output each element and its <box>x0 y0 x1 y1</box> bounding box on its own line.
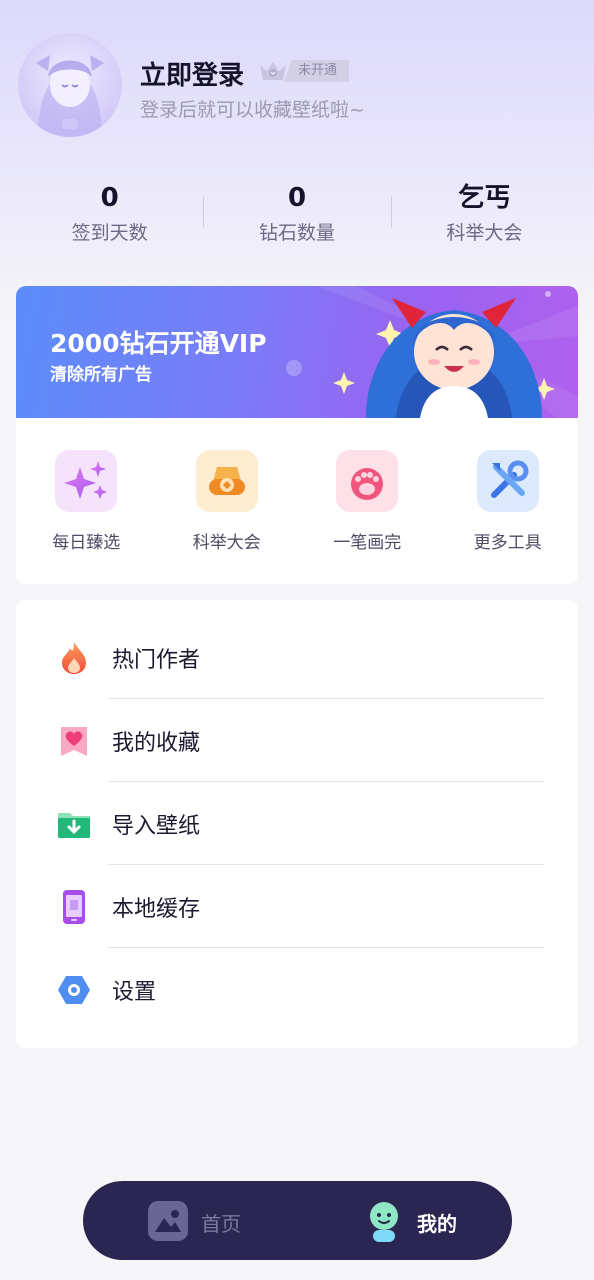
menu-item-local-cache[interactable]: 本地缓存 <box>16 865 578 948</box>
vip-status-text: 未开通 <box>284 60 350 82</box>
menu-label: 我的收藏 <box>112 731 201 756</box>
vip-status-badge: 未开通 <box>258 59 350 83</box>
image-gallery-icon <box>148 1201 188 1241</box>
stat-value: 0 <box>287 183 307 213</box>
stat-label: 钻石数量 <box>258 222 335 244</box>
tool-more-tools[interactable]: 更多工具 <box>438 418 579 584</box>
sparkles-icon <box>55 450 118 512</box>
mascot-profile-icon <box>370 1202 398 1242</box>
login-title[interactable]: 立即登录 <box>140 55 244 92</box>
stat-checkin-days[interactable]: 0 签到天数 <box>16 180 203 250</box>
tools-icon <box>476 450 539 512</box>
nav-tab-mine[interactable]: 我的 <box>363 1181 493 1260</box>
stat-value: 乞丐 <box>458 183 511 213</box>
menu-label: 热门作者 <box>112 648 201 673</box>
stat-label: 签到天数 <box>71 222 148 244</box>
tool-exam-contest[interactable]: 科举大会 <box>157 418 298 584</box>
nav-label: 我的 <box>417 1212 457 1236</box>
menu-list: 热门作者 我的收藏 导入壁纸 本地缓存 设置 <box>16 600 578 1048</box>
menu-item-settings[interactable]: 设置 <box>16 948 578 1031</box>
menu-item-my-favorites[interactable]: 我的收藏 <box>16 699 578 782</box>
stat-value: 0 <box>100 183 119 213</box>
avatar[interactable] <box>18 33 122 137</box>
vip-crown-icon <box>260 62 286 80</box>
login-subtitle: 登录后就可以收藏壁纸啦~ <box>140 99 365 121</box>
menu-label: 导入壁纸 <box>112 814 201 839</box>
tool-label: 更多工具 <box>473 533 542 553</box>
phone-storage-icon <box>63 890 85 924</box>
crown-coin-icon <box>195 450 258 512</box>
tool-label: 一笔画完 <box>333 533 402 553</box>
menu-label: 本地缓存 <box>112 897 201 922</box>
vip-banner[interactable]: 2000钻石开通VIP 清除所有广告 <box>16 286 578 418</box>
tool-daily-picks[interactable]: 每日臻选 <box>16 418 157 584</box>
heart-bookmark-icon <box>61 727 87 756</box>
menu-label: 设置 <box>112 980 157 1005</box>
folder-download-icon <box>58 813 90 838</box>
paw-icon <box>336 450 399 512</box>
flame-icon <box>62 642 86 674</box>
menu-item-import-wallpaper[interactable]: 导入壁纸 <box>16 782 578 865</box>
profile-section[interactable]: 立即登录 未开通 登录后就可以收藏壁纸啦~ <box>18 33 578 143</box>
bottom-nav: 首页 我的 <box>83 1181 512 1260</box>
tool-label: 科举大会 <box>192 533 261 553</box>
vip-card: 2000钻石开通VIP 清除所有广告 每日臻选 科举大会 一笔画完 更多工具 <box>16 286 578 584</box>
menu-item-popular-authors[interactable]: 热门作者 <box>16 616 578 699</box>
avatar-placeholder-icon <box>36 55 104 137</box>
tool-one-stroke[interactable]: 一笔画完 <box>297 418 438 584</box>
stat-exam-rank[interactable]: 乞丐 科举大会 <box>390 180 578 250</box>
nav-label: 首页 <box>201 1212 241 1236</box>
tools-grid: 每日臻选 科举大会 一笔画完 更多工具 <box>16 418 578 584</box>
vip-subtitle: 清除所有广告 <box>50 365 152 385</box>
tool-label: 每日臻选 <box>52 533 121 553</box>
nav-tab-home[interactable]: 首页 <box>147 1181 307 1260</box>
stat-label: 科举大会 <box>446 222 523 244</box>
stats-row: 0 签到天数 0 钻石数量 乞丐 科举大会 <box>16 180 578 250</box>
vip-title: 2000钻石开通VIP <box>50 329 267 358</box>
stat-diamonds[interactable]: 0 钻石数量 <box>203 180 390 250</box>
settings-hexagon-icon <box>58 976 90 1004</box>
